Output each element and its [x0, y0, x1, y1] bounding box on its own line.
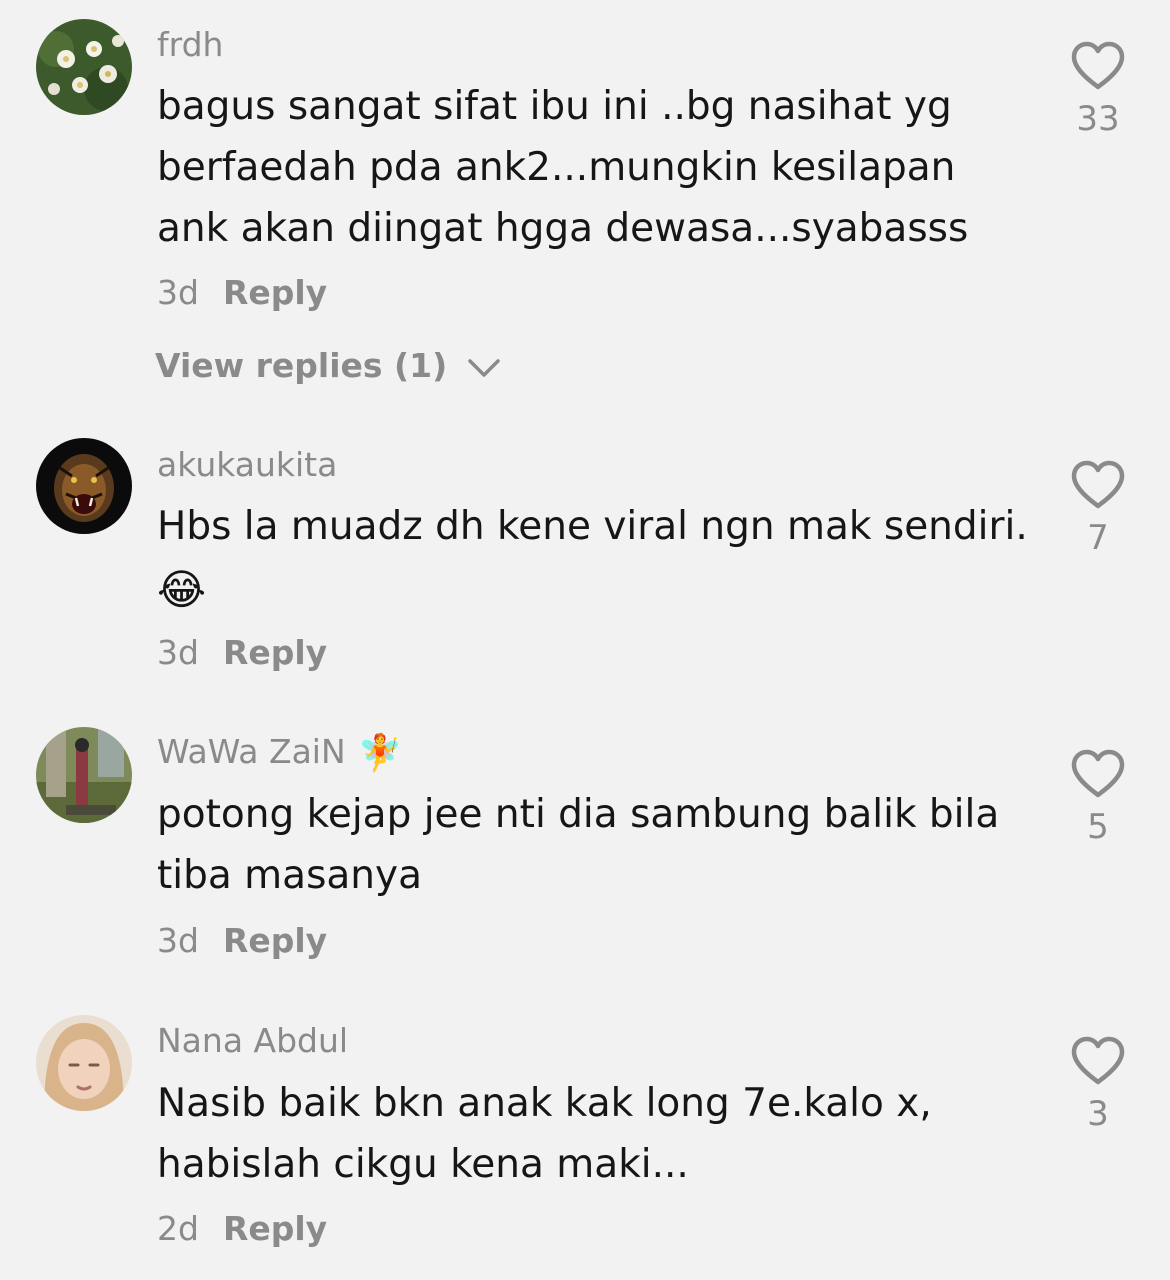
like-button[interactable]: 33 — [1068, 41, 1128, 139]
comment-text: Nasib baik bkn anak kak long 7e.kalo x, … — [157, 1081, 932, 1187]
comment-timestamp: 3d — [157, 921, 199, 960]
avatar-tiger-image — [36, 438, 132, 534]
heart-outline-icon — [1071, 460, 1125, 509]
heart-outline-icon — [1071, 1036, 1125, 1085]
like-button[interactable]: 3 — [1068, 1036, 1128, 1134]
reply-button[interactable]: Reply — [223, 633, 327, 672]
heart-outline-icon — [1071, 749, 1125, 798]
comment-text: Hbs la muadz dh kene viral ngn mak sendi… — [157, 496, 1037, 620]
fairy-emoji: 🧚 — [357, 732, 403, 774]
comment-username[interactable]: WaWa ZaiN 🧚 — [157, 732, 402, 774]
avatar[interactable] — [36, 19, 132, 115]
heart-outline-icon — [1071, 41, 1125, 90]
like-button[interactable]: 5 — [1068, 749, 1128, 847]
comment-timestamp: 3d — [157, 633, 199, 672]
like-button[interactable]: 7 — [1068, 460, 1128, 558]
avatar-photo-image — [36, 727, 132, 823]
avatar[interactable] — [36, 727, 132, 823]
reply-button[interactable]: Reply — [223, 1209, 327, 1248]
laughing-emoji: 😂 — [157, 565, 207, 614]
comment-timestamp: 2d — [157, 1209, 199, 1248]
comment-username-text: WaWa ZaiN — [157, 732, 346, 771]
comment-meta: 2d Reply — [157, 1209, 327, 1249]
reply-button[interactable]: Reply — [223, 921, 327, 960]
comment-text-body: Hbs la muadz dh kene viral ngn mak sendi… — [157, 504, 1028, 549]
comment-timestamp: 3d — [157, 273, 199, 312]
avatar-woman-image — [36, 1015, 132, 1111]
view-replies-button[interactable]: View replies (1) — [155, 346, 501, 388]
like-count: 7 — [1087, 518, 1109, 558]
view-replies-label: View replies (1) — [155, 346, 448, 385]
comment-username[interactable]: Nana Abdul — [157, 1021, 348, 1061]
avatar[interactable] — [36, 438, 132, 534]
comment-text: potong kejap jee nti dia sambung balik b… — [157, 792, 1000, 898]
comment-text: bagus sangat sifat ibu ini ..bg nasihat … — [157, 84, 969, 251]
like-count: 5 — [1087, 807, 1109, 847]
comment-username[interactable]: frdh — [157, 25, 223, 65]
comment-username[interactable]: akukaukita — [157, 445, 337, 485]
like-count: 3 — [1087, 1094, 1109, 1134]
comment-meta: 3d Reply — [157, 633, 327, 673]
comment-meta: 3d Reply — [157, 921, 327, 961]
avatar[interactable] — [36, 1015, 132, 1111]
avatar-flowers-image — [36, 19, 132, 115]
like-count: 33 — [1076, 99, 1120, 139]
chevron-down-icon — [467, 348, 501, 388]
reply-button[interactable]: Reply — [223, 273, 327, 312]
comment-meta: 3d Reply — [157, 273, 327, 313]
